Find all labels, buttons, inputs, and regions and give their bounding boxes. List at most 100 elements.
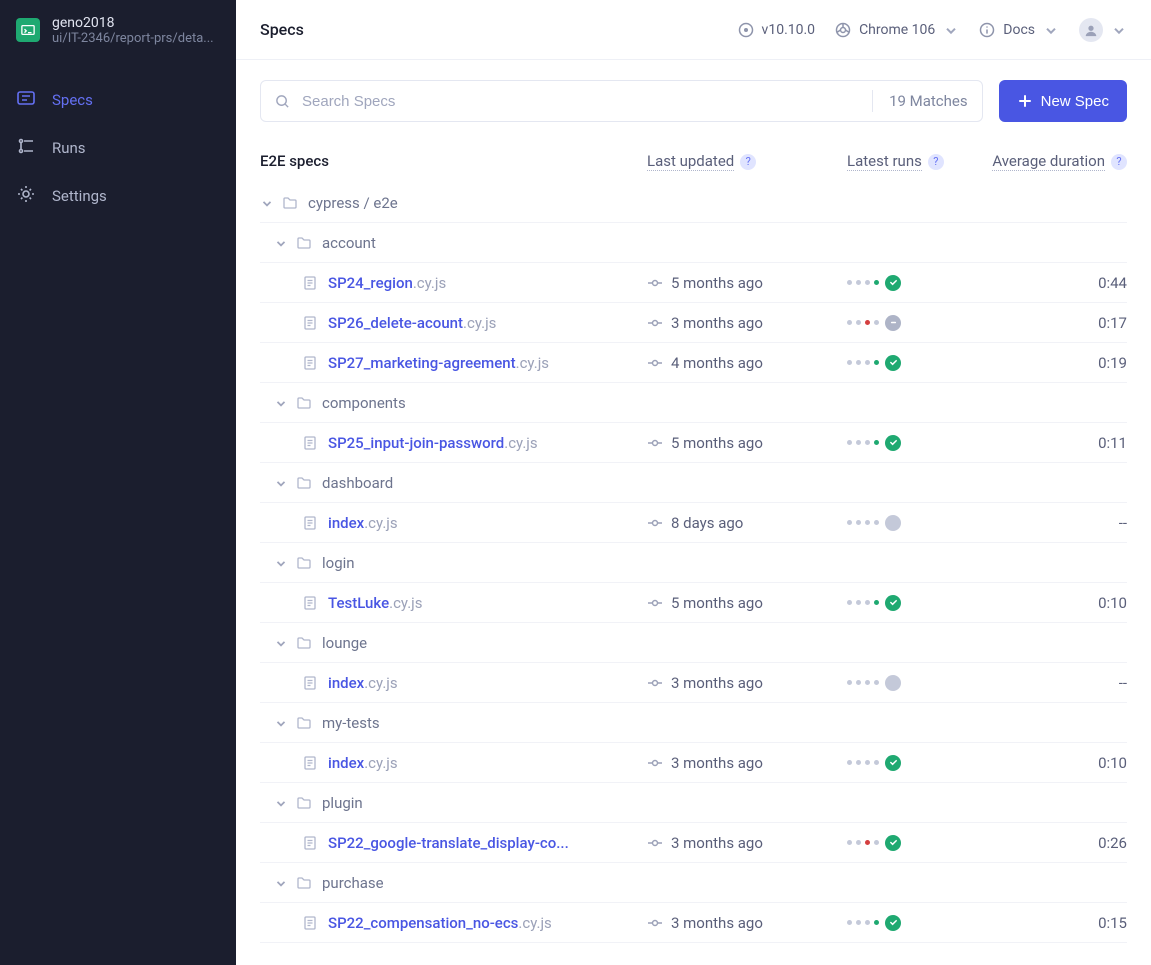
folder-row[interactable]: account [260,223,1127,263]
folder-label: my-tests [322,714,380,732]
folder-label: cypress / e2e [308,194,398,212]
plus-icon [1017,93,1033,109]
folder-row[interactable]: my-tests [260,703,1127,743]
help-icon[interactable]: ? [1111,154,1127,170]
new-spec-button[interactable]: New Spec [999,80,1127,122]
spec-ext: .cy.js [364,674,397,692]
divider [872,90,873,112]
run-dot [856,760,861,765]
folder-row[interactable]: cypress / e2e [260,183,1127,223]
spec-row[interactable]: SP22_google-translate_display-co...3 mon… [260,823,1127,863]
spec-ext: .cy.js [389,594,422,612]
commit-icon [647,275,663,291]
sidebar-item-runs[interactable]: Runs [0,124,236,172]
sidebar-item-label: Settings [52,187,107,205]
spec-row[interactable]: SP25_input-join-password.cy.js5 months a… [260,423,1127,463]
avg-duration: 0:19 [987,354,1127,372]
search-icon [275,94,290,109]
latest-runs [847,835,987,851]
last-updated: 3 months ago [647,314,847,332]
file-icon [302,275,318,291]
chevron-down-icon[interactable] [274,236,288,250]
run-dot [856,280,861,285]
col-avg-duration[interactable]: Average duration ? [987,152,1127,171]
folder-row[interactable]: login [260,543,1127,583]
file-icon [302,515,318,531]
specs-tree: cypress / e2e accountSP24_region.cy.js5 m… [236,183,1151,943]
folder-icon [296,635,312,651]
folder-icon [296,715,312,731]
latest-runs [847,355,987,371]
commit-icon [647,755,663,771]
file-icon [302,835,318,851]
avg-duration: 0:10 [987,594,1127,612]
chevron-down-icon[interactable] [274,556,288,570]
folder-row[interactable]: components [260,383,1127,423]
folder-icon [296,395,312,411]
run-dot [865,320,870,325]
spec-row[interactable]: TestLuke.cy.js5 months ago0:10 [260,583,1127,623]
run-dot [865,440,870,445]
avg-duration: 0:17 [987,314,1127,332]
sidebar-header[interactable]: geno2018 ui/IT-2346/report-prs/deta... [0,0,236,60]
folder-row[interactable]: purchase [260,863,1127,903]
chevron-down-icon[interactable] [274,716,288,730]
spec-row[interactable]: SP26_delete-acount.cy.js3 months ago0:17 [260,303,1127,343]
sidebar-item-label: Specs [52,91,93,109]
spec-name: SP25_input-join-password [328,434,504,452]
run-dot [874,320,879,325]
spec-ext: .cy.js [516,354,549,372]
chevron-down-icon[interactable] [260,196,274,210]
run-dot [847,440,852,445]
run-dot [865,520,870,525]
folder-icon [296,875,312,891]
version-chip[interactable]: v10.10.0 [738,22,816,38]
last-updated: 3 months ago [647,674,847,692]
chevron-down-icon[interactable] [274,476,288,490]
user-menu[interactable] [1079,18,1127,42]
run-dot [874,440,879,445]
sidebar-item-settings[interactable]: Settings [0,172,236,220]
search-box[interactable]: 19 Matches [260,80,983,122]
sidebar-item-specs[interactable]: Specs [0,76,236,124]
chevron-down-icon[interactable] [274,876,288,890]
run-dot [847,520,852,525]
folder-label: lounge [322,634,367,652]
status-badge [885,515,901,531]
spec-row[interactable]: index.cy.js3 months ago-- [260,663,1127,703]
browser-chip[interactable]: Chrome 106 [835,22,959,38]
spec-row[interactable]: SP22_compensation_no-ecs.cy.js3 months a… [260,903,1127,943]
run-dot [865,600,870,605]
run-dot [856,360,861,365]
chevron-down-icon[interactable] [274,636,288,650]
spec-row[interactable]: SP24_region.cy.js5 months ago0:44 [260,263,1127,303]
run-dot [856,600,861,605]
folder-icon [296,235,312,251]
chevron-down-icon[interactable] [274,396,288,410]
folder-row[interactable]: lounge [260,623,1127,663]
latest-runs [847,275,987,291]
docs-chip[interactable]: Docs [979,22,1059,38]
search-input[interactable] [302,93,860,110]
spec-row[interactable]: index.cy.js8 days ago-- [260,503,1127,543]
col-last-updated[interactable]: Last updated ? [647,152,847,171]
folder-row[interactable]: dashboard [260,463,1127,503]
run-dot [856,840,861,845]
col-latest-runs[interactable]: Latest runs ? [847,152,987,171]
folder-row[interactable]: plugin [260,783,1127,823]
file-icon [302,355,318,371]
run-dot [856,680,861,685]
spec-ext: .cy.js [364,514,397,532]
help-icon[interactable]: ? [740,154,756,170]
avg-duration: -- [987,514,1127,532]
help-icon[interactable]: ? [928,154,944,170]
commit-icon [647,835,663,851]
run-dot [865,280,870,285]
last-updated: 4 months ago [647,354,847,372]
latest-runs [847,435,987,451]
spec-row[interactable]: index.cy.js3 months ago0:10 [260,743,1127,783]
spec-row[interactable]: SP27_marketing-agreement.cy.js4 months a… [260,343,1127,383]
latest-runs [847,755,987,771]
spec-ext: .cy.js [463,314,496,332]
chevron-down-icon[interactable] [274,796,288,810]
